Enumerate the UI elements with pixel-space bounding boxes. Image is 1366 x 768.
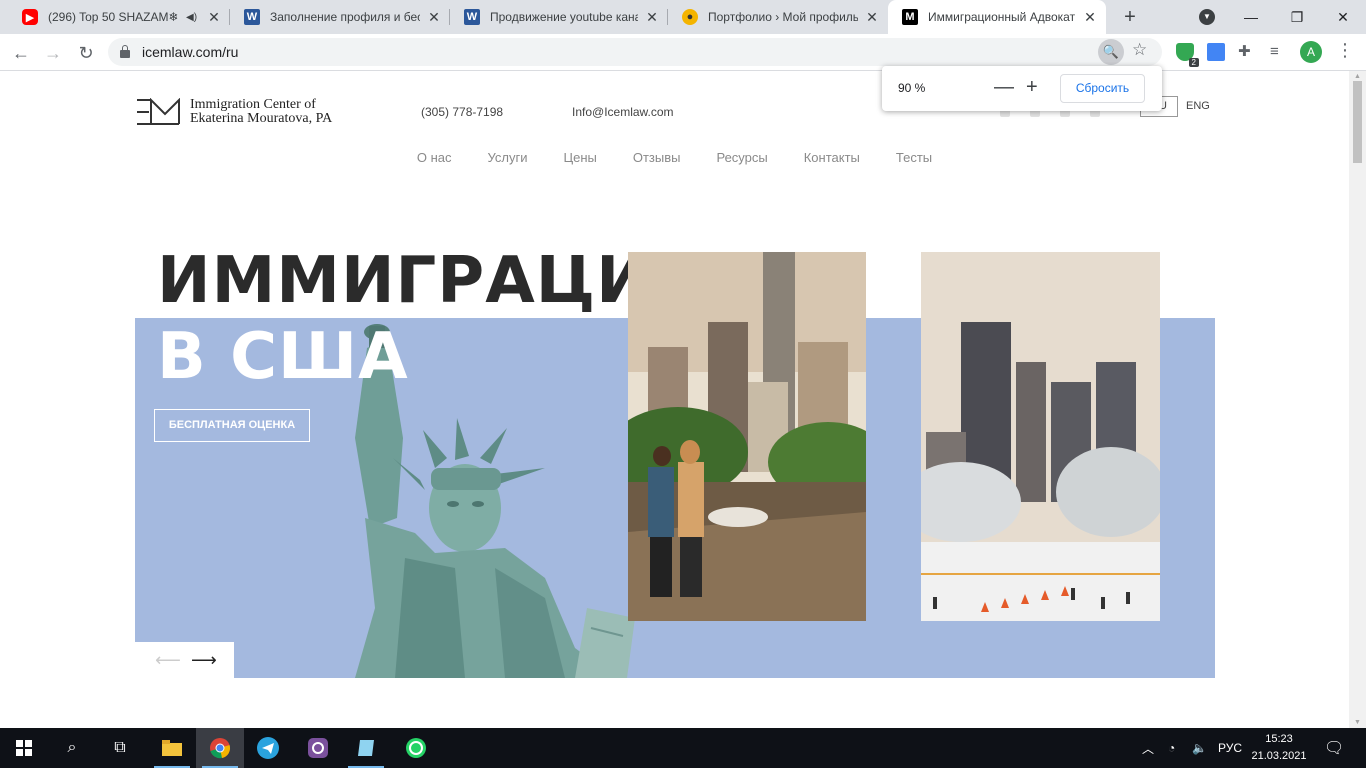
free-evaluation-button[interactable]: БЕСПЛАТНАЯ ОЦЕНКА (154, 409, 310, 442)
word-icon: W (244, 9, 260, 25)
notifications-icon[interactable]: 🗨 (1324, 728, 1344, 768)
system-clock[interactable]: 15:23 21.03.2021 (1250, 731, 1308, 765)
hero-title-line-1: ИММИГРАЦИЯ (157, 244, 701, 318)
zoom-in-button[interactable]: + (1026, 75, 1038, 99)
tab-word-1[interactable]: W Заполнение профиля и бесп ✕ (230, 0, 450, 34)
main-nav: О нас Услуги Цены Отзывы Ресурсы Контакт… (0, 150, 1349, 165)
central-park-winter-photo (921, 252, 1160, 621)
tab-strip: ▶ (296) Top 50 SHAZAM❄ ◀) ✕ W Заполнение… (0, 0, 1366, 34)
nav-resources[interactable]: Ресурсы (716, 150, 767, 165)
chrome-icon[interactable] (196, 728, 244, 768)
speaker-icon[interactable]: ◀) (186, 12, 200, 23)
logo-line-2: Ekaterina Mouratova, PA (190, 111, 333, 126)
notes-app-icon[interactable] (342, 728, 390, 768)
url-text[interactable]: icemlaw.com/ru (142, 44, 238, 60)
tab-search-icon[interactable]: ▼ (1199, 9, 1215, 25)
telegram-icon[interactable] (244, 728, 292, 768)
tab-youtube[interactable]: ▶ (296) Top 50 SHAZAM❄ ◀) ✕ (8, 0, 230, 34)
hero-title-line-2: В США (157, 320, 409, 394)
restore-button[interactable]: ❐ (1274, 0, 1320, 34)
slider-prev-arrow[interactable]: ⟵ (155, 651, 181, 669)
zoom-popup: 90 % — + Сбросить (882, 66, 1162, 111)
shield-extension-icon[interactable]: 2 (1176, 43, 1199, 67)
logo-text[interactable]: Immigration Center of Ekaterina Mouratov… (190, 98, 332, 126)
close-tab-icon[interactable]: ✕ (206, 9, 222, 26)
file-explorer-icon[interactable] (148, 728, 196, 768)
task-view-icon[interactable]: ⧉ (96, 728, 144, 768)
tab-title: Продвижение youtube кана (490, 10, 638, 24)
tab-portfolio[interactable]: ● Портфолио › Мой профиль ✕ (668, 0, 888, 34)
logo-line-1: Immigration Center of (190, 97, 316, 112)
volume-icon[interactable]: 🔈 (1192, 728, 1207, 768)
tab-title: Заполнение профиля и бесп (270, 10, 420, 24)
tab-immigration[interactable]: M Иммиграционный Адвокат ✕ (888, 0, 1106, 34)
bookmark-star-icon[interactable]: ☆ (1132, 40, 1147, 60)
whatsapp-icon[interactable] (392, 728, 440, 768)
nav-contacts[interactable]: Контакты (804, 150, 860, 165)
search-icon[interactable]: ⌕ (48, 728, 96, 768)
central-park-summer-photo (628, 252, 866, 621)
tab-word-2[interactable]: W Продвижение youtube кана ✕ (450, 0, 668, 34)
minimize-button[interactable]: — (1228, 0, 1274, 34)
zoom-reset-button[interactable]: Сбросить (1060, 74, 1145, 103)
lock-icon[interactable] (120, 45, 130, 58)
web-page: Immigration Center of Ekaterina Mouratov… (0, 71, 1349, 728)
scroll-down-icon[interactable]: ▼ (1354, 719, 1361, 726)
tray-chevron-icon[interactable]: ︿ (1142, 728, 1154, 768)
menu-dots-icon[interactable]: ⋮ (1336, 40, 1354, 61)
zoom-icon[interactable]: 🔍 (1098, 39, 1124, 65)
forward-icon[interactable]: → (40, 40, 66, 66)
browser-toolbar: ← → ↻ icemlaw.com/ru 🔍 ☆ 2 ✚ ≡ A ⋮ (0, 34, 1366, 71)
media-control-icon[interactable]: ≡ (1270, 43, 1288, 61)
site-m-icon: M (902, 9, 918, 25)
portfolio-icon: ● (682, 9, 698, 25)
scroll-up-icon[interactable]: ▲ (1354, 73, 1361, 80)
clock-date: 21.03.2021 (1251, 750, 1307, 762)
input-language[interactable]: РУС (1218, 728, 1242, 768)
close-tab-icon[interactable]: ✕ (426, 9, 442, 26)
nav-prices[interactable]: Цены (563, 150, 596, 165)
email-link[interactable]: Info@Icemlaw.com (572, 105, 674, 119)
word-icon: W (464, 9, 480, 25)
close-tab-icon[interactable]: ✕ (864, 9, 880, 26)
close-window-button[interactable]: ✕ (1320, 0, 1366, 34)
lang-en-button[interactable]: ENG (1186, 100, 1210, 112)
network-icon[interactable]: ◔ (1168, 728, 1175, 768)
blue-extension-icon[interactable] (1207, 43, 1225, 61)
tab-title: Иммиграционный Адвокат (928, 10, 1076, 24)
zoom-out-button[interactable]: — (994, 75, 1014, 99)
tab-title: Портфолио › Мой профиль (708, 10, 858, 24)
windows-start-icon[interactable] (0, 728, 48, 768)
clock-time: 15:23 (1265, 733, 1293, 745)
zoom-level: 90 % (898, 81, 926, 95)
address-bar[interactable]: icemlaw.com/ru 🔍 ☆ (108, 38, 1162, 66)
page-scrollbar[interactable]: ▲ ▼ (1349, 71, 1366, 728)
extensions-puzzle-icon[interactable]: ✚ (1238, 43, 1256, 61)
profile-avatar[interactable]: A (1300, 41, 1322, 63)
em-logo-icon[interactable] (135, 98, 181, 126)
scrollbar-thumb[interactable] (1353, 81, 1362, 163)
reload-icon[interactable]: ↻ (73, 40, 99, 66)
youtube-icon: ▶ (22, 9, 38, 25)
nav-services[interactable]: Услуги (487, 150, 527, 165)
nav-reviews[interactable]: Отзывы (633, 150, 681, 165)
close-tab-icon[interactable]: ✕ (644, 9, 660, 26)
phone-link[interactable]: (305) 778-7198 (421, 105, 503, 119)
viber-icon[interactable] (294, 728, 342, 768)
nav-tests[interactable]: Тесты (896, 150, 932, 165)
close-tab-icon[interactable]: ✕ (1082, 9, 1098, 26)
back-icon[interactable]: ← (8, 40, 34, 66)
extension-badge: 2 (1188, 58, 1199, 67)
windows-taskbar: ⌕ ⧉ ︿ ◔ 🔈 РУС 15:23 21.03.2021 🗨 (0, 728, 1366, 768)
tab-title: (296) Top 50 SHAZAM❄ (48, 10, 179, 24)
slider-next-arrow[interactable]: ⟶ (191, 651, 217, 669)
nav-about[interactable]: О нас (417, 150, 452, 165)
slider-controls: ⟵ ⟶ (135, 642, 234, 678)
new-tab-button[interactable]: + (1118, 5, 1142, 29)
